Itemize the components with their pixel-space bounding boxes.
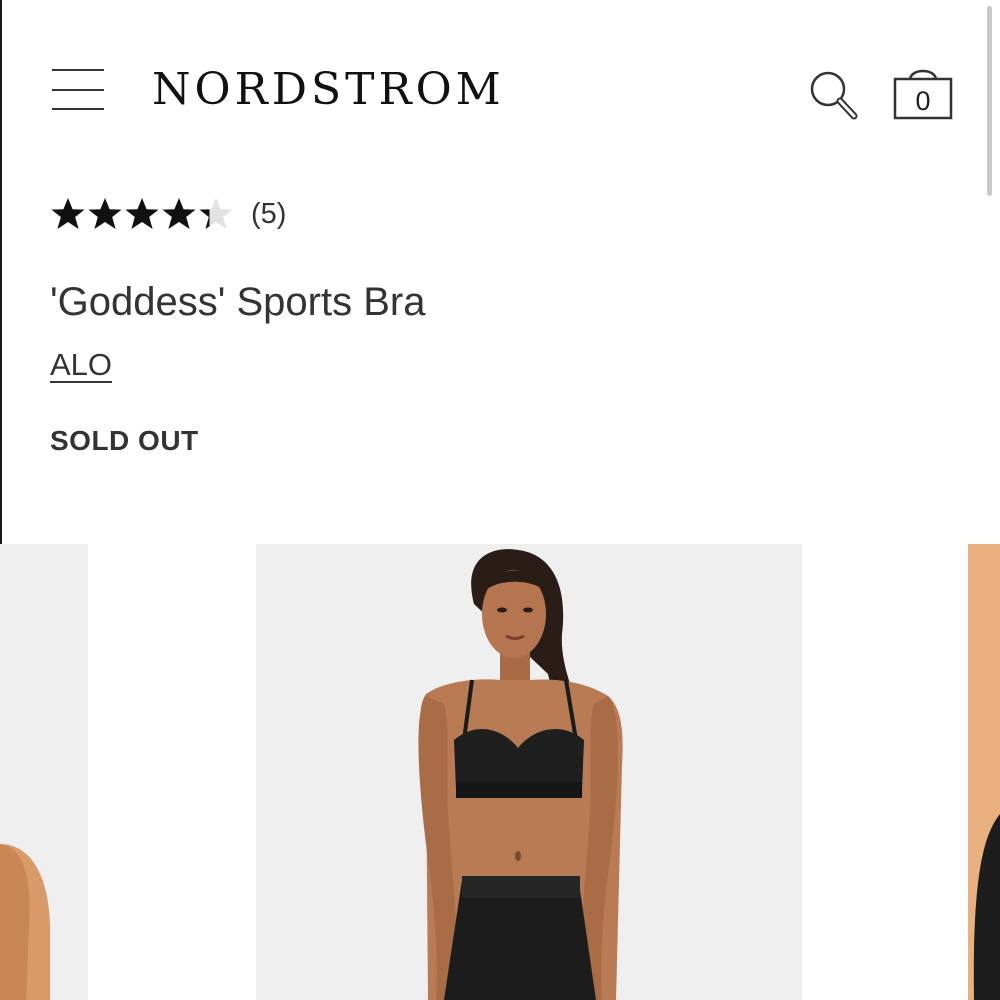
site-header: NORDSTROM 0 xyxy=(0,0,1000,180)
model-photo xyxy=(418,549,623,1000)
product-page: NORDSTROM 0 (5) 'Goddess' Sports Bra ALO… xyxy=(0,0,1000,1000)
star-icon xyxy=(162,198,196,229)
brand-link[interactable]: ALO xyxy=(50,344,112,386)
product-image-carousel[interactable] xyxy=(0,544,1000,1000)
carousel-next-image[interactable] xyxy=(968,544,1000,1000)
star-icon xyxy=(88,198,122,229)
carousel-main-image[interactable] xyxy=(256,544,802,1000)
site-logo[interactable]: NORDSTROM xyxy=(152,62,505,118)
hamburger-menu-icon[interactable] xyxy=(50,66,106,114)
carousel-prev-image[interactable] xyxy=(0,544,88,1000)
product-title: 'Goddess' Sports Bra xyxy=(50,280,426,324)
star-icon xyxy=(51,198,85,229)
bag-count: 0 xyxy=(915,86,931,116)
rating-stars xyxy=(50,196,235,232)
shopping-bag-button[interactable]: 0 xyxy=(892,62,954,124)
product-rating[interactable]: (5) xyxy=(50,192,286,236)
star-icon xyxy=(199,198,233,229)
star-icon xyxy=(125,198,159,229)
availability-status: SOLD OUT xyxy=(50,425,199,456)
review-count[interactable]: (5) xyxy=(251,198,286,231)
search-icon[interactable] xyxy=(806,68,862,124)
